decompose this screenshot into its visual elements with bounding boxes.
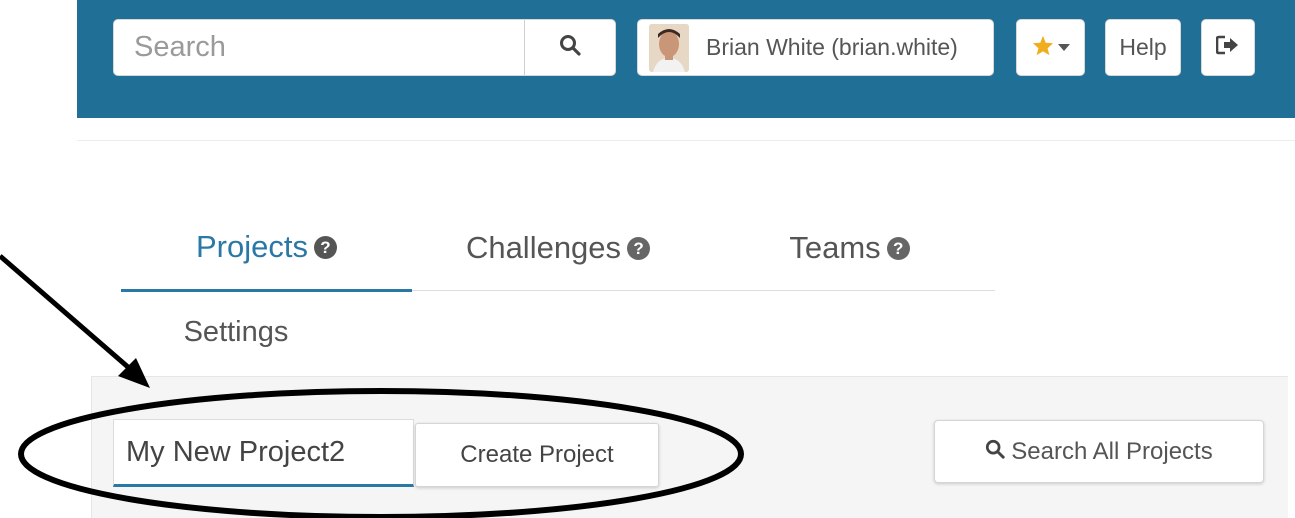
search-all-label: Search All Projects (1011, 437, 1213, 465)
help-button[interactable]: Help (1105, 19, 1181, 76)
question-circle-icon: ? (627, 236, 651, 260)
search-all-projects-button[interactable]: Search All Projects (934, 420, 1264, 483)
question-circle-icon: ? (886, 236, 910, 260)
favorites-button[interactable] (1016, 19, 1085, 76)
tab-label: Teams (789, 230, 881, 265)
search-icon (559, 34, 581, 61)
question-circle-icon: ? (313, 235, 337, 259)
main-tabs: Projects ? Challenges ? Teams ? (121, 205, 995, 292)
create-project-button[interactable]: Create Project (415, 423, 659, 487)
search-button[interactable] (524, 20, 615, 75)
global-search (113, 19, 616, 76)
tab-settings[interactable]: Settings (121, 301, 351, 363)
tab-label: Challenges (465, 230, 622, 265)
search-icon (985, 438, 1005, 466)
logout-button[interactable] (1201, 19, 1255, 76)
help-label: Help (1119, 34, 1167, 60)
caret-down-icon (1057, 39, 1070, 57)
sign-out-icon (1215, 35, 1240, 60)
tab-label: Settings (183, 315, 289, 348)
project-name-input[interactable] (113, 419, 414, 487)
user-name: Brian White (brian.white) (706, 34, 958, 60)
star-icon (1032, 35, 1054, 61)
header-divider (77, 140, 1295, 141)
tab-projects[interactable]: Projects ? (121, 205, 412, 292)
search-input[interactable] (114, 20, 524, 75)
user-menu-button[interactable]: Brian White (brian.white) (637, 19, 994, 76)
tab-label: Projects (196, 229, 308, 264)
tab-teams[interactable]: Teams ? (704, 205, 995, 291)
avatar (649, 23, 689, 72)
create-project-label: Create Project (460, 441, 614, 468)
tab-challenges[interactable]: Challenges ? (412, 205, 704, 291)
